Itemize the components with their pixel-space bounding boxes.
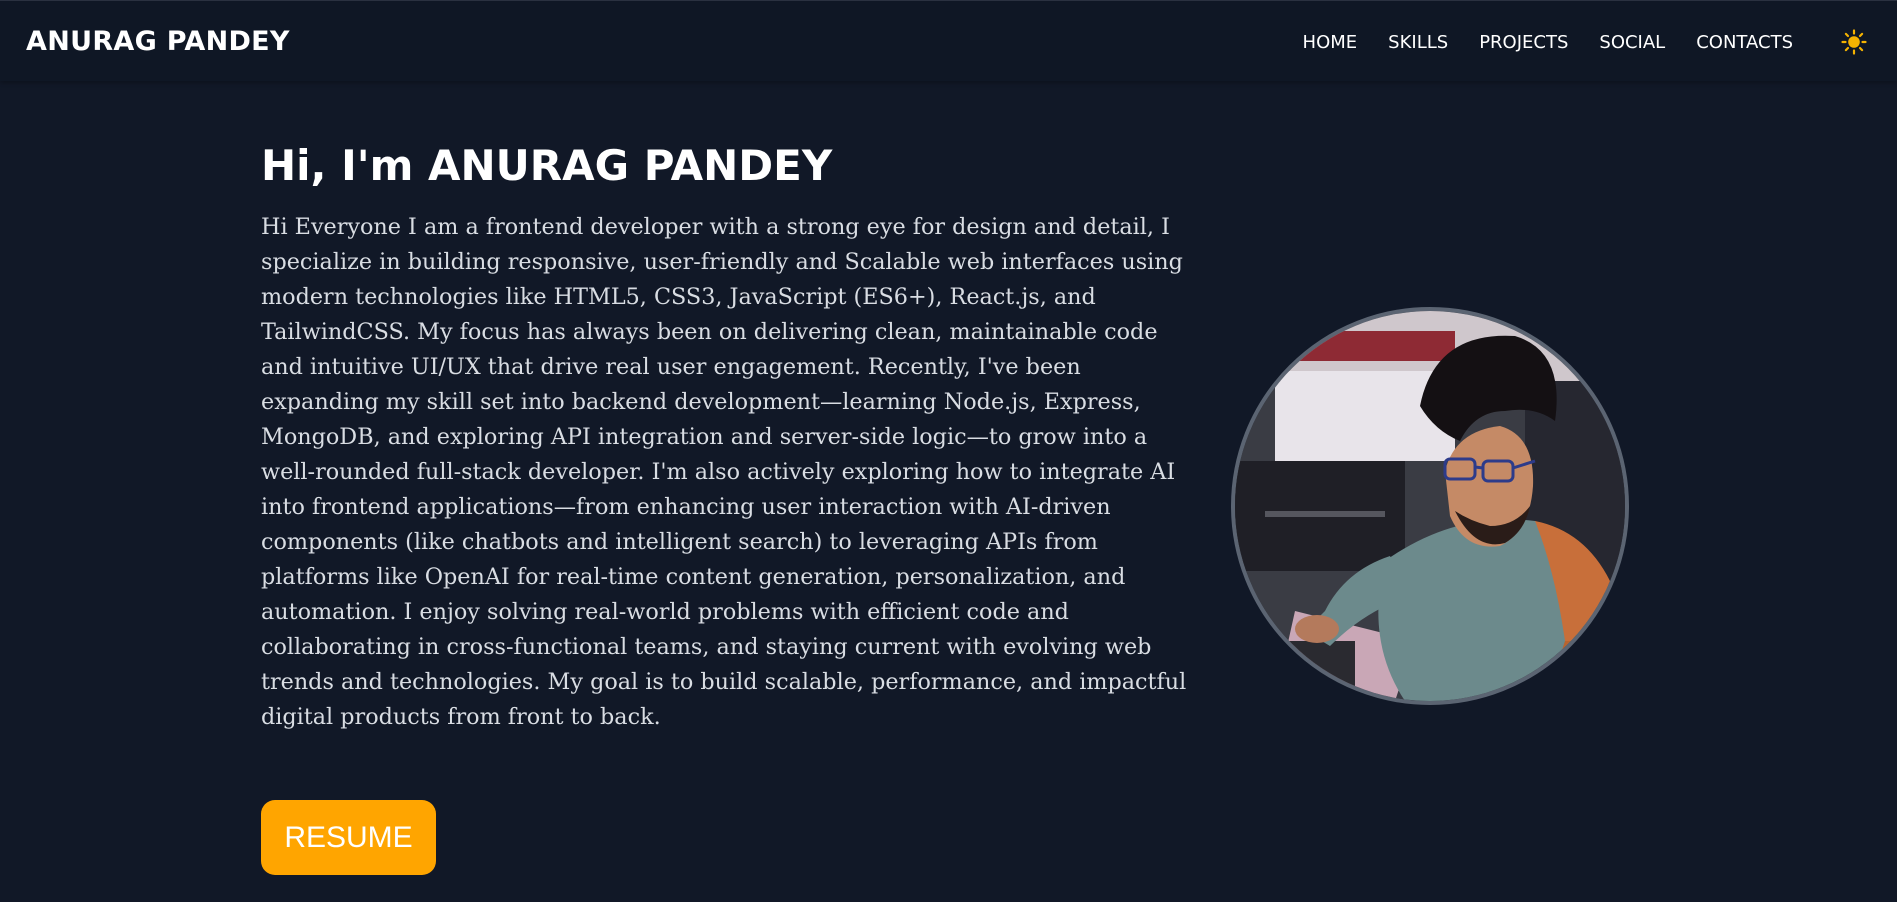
resume-button[interactable]: RESUME (261, 800, 436, 875)
nav-contacts[interactable]: CONTACTS (1696, 32, 1793, 53)
brand-logo[interactable]: ANURAG PANDEY (26, 26, 290, 57)
theme-toggle-button[interactable] (1841, 29, 1867, 55)
profile-photo (1231, 307, 1629, 705)
sun-icon (1841, 29, 1867, 55)
nav-skills[interactable]: SKILLS (1388, 32, 1448, 53)
hero-bio: Hi Everyone I am a frontend developer wi… (261, 214, 1187, 730)
hero-title: Hi, I'm ANURAG PANDEY (261, 141, 833, 190)
nav-menu: HOME SKILLS PROJECTS SOCIAL CONTACTS (1303, 32, 1793, 53)
nav-home[interactable]: HOME (1303, 32, 1358, 53)
nav-social[interactable]: SOCIAL (1599, 32, 1665, 53)
profile-photo-image (1235, 311, 1625, 701)
navbar: ANURAG PANDEY HOME SKILLS PROJECTS SOCIA… (0, 0, 1897, 81)
nav-projects[interactable]: PROJECTS (1479, 32, 1568, 53)
hero-section: Hi, I'm ANURAG PANDEY Hi Everyone I am a… (261, 140, 1191, 735)
